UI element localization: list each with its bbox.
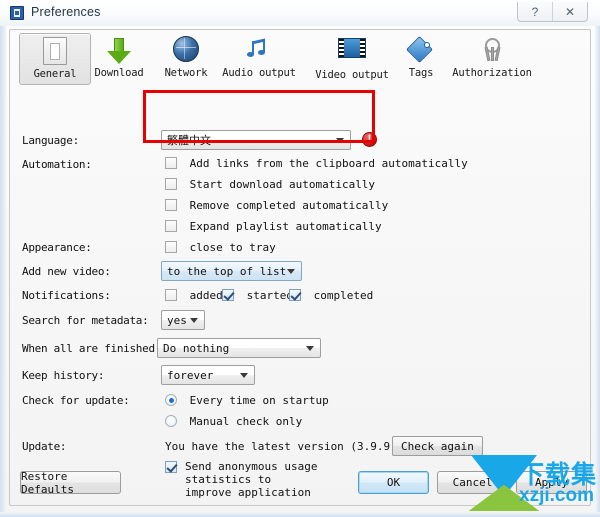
checkbox-close-to-tray[interactable] — [165, 241, 177, 253]
add-new-video-value: to the top of list — [167, 264, 287, 278]
tab-authorization[interactable]: Authorization — [432, 33, 552, 85]
tab-general-label: General — [33, 68, 77, 80]
when-finished-label: When all are finished: — [22, 342, 162, 355]
preferences-window: Preferences ? ✕ General Download Network — [0, 0, 600, 517]
update-option-every-startup[interactable]: Every time on startup — [165, 394, 329, 407]
appearance-option-close-to-tray-label: close to tray — [189, 241, 276, 254]
watermark-url: xzji.com — [519, 485, 594, 506]
window-edge-right — [595, 0, 600, 517]
update-option-manual-label: Manual check only — [189, 415, 303, 428]
title-bar: Preferences ? ✕ — [0, 0, 600, 26]
notifications-label: Notifications: — [22, 289, 111, 302]
chevron-down-icon — [336, 138, 344, 143]
film-icon — [336, 38, 368, 68]
update-option-manual[interactable]: Manual check only — [165, 415, 302, 428]
checkbox-clipboard[interactable] — [165, 157, 177, 169]
error-exclamation-icon — [362, 132, 377, 147]
automation-option-start-download[interactable]: Start download automatically — [165, 178, 375, 191]
checkbox-started[interactable] — [222, 289, 234, 301]
notification-started-label: started — [246, 289, 293, 302]
checkbox-completed[interactable] — [289, 289, 301, 301]
chevron-down-icon — [306, 346, 314, 351]
help-icon[interactable]: ? — [518, 2, 552, 21]
notification-started[interactable]: started — [222, 289, 293, 302]
search-metadata-label: Search for metadata: — [22, 314, 149, 327]
restore-defaults-button[interactable]: Restore Defaults — [20, 470, 121, 496]
notification-completed-label: completed — [313, 289, 374, 302]
checkbox-added[interactable] — [165, 289, 177, 301]
globe-icon — [170, 36, 202, 66]
when-finished-value: Do nothing — [163, 341, 230, 355]
check-again-button[interactable]: Check again — [392, 436, 483, 456]
automation-option-expand-playlist-label: Expand playlist automatically — [189, 220, 382, 233]
notification-completed[interactable]: completed — [289, 289, 373, 302]
chevron-down-icon — [287, 269, 295, 274]
tab-video-output[interactable]: Video output — [304, 33, 400, 85]
language-select[interactable]: 繁體中文 — [161, 130, 351, 150]
update-label: Update: — [22, 440, 67, 453]
preferences-frame: General Download Network Audio output Vi… — [9, 29, 591, 506]
window-title: Preferences — [31, 5, 101, 19]
add-new-video-label: Add new video: — [22, 265, 111, 278]
film-strip-icon — [10, 6, 24, 20]
update-status-text: You have the latest version (3.9.9.23) — [165, 440, 417, 453]
automation-option-expand-playlist[interactable]: Expand playlist automatically — [165, 220, 382, 233]
ok-button[interactable]: OK — [358, 471, 429, 494]
notification-added[interactable]: added — [165, 289, 223, 302]
keep-history-label: Keep history: — [22, 369, 105, 382]
tab-general[interactable]: General — [19, 33, 91, 85]
caption-buttons: ? ✕ — [517, 2, 588, 22]
tab-authorization-label: Authorization — [452, 67, 532, 79]
automation-option-clipboard[interactable]: Add links from the clipboard automatical… — [165, 157, 468, 170]
document-icon — [39, 37, 71, 67]
automation-option-remove-completed-label: Remove completed automatically — [189, 199, 389, 212]
language-value: 繁體中文 — [167, 134, 211, 147]
tab-audio-output-label: Audio output — [222, 67, 296, 79]
when-finished-select[interactable]: Do nothing — [157, 338, 321, 358]
keep-history-value: forever — [167, 368, 214, 382]
site-watermark: 下载集 xzji.com — [447, 455, 597, 517]
automation-label: Automation: — [22, 158, 92, 171]
checkbox-start-download[interactable] — [165, 178, 177, 190]
checkbox-expand-playlist[interactable] — [165, 220, 177, 232]
appearance-option-close-to-tray[interactable]: close to tray — [165, 241, 276, 254]
category-toolbar: General Download Network Audio output Vi… — [10, 30, 590, 88]
automation-option-start-download-label: Start download automatically — [189, 178, 376, 191]
chevron-down-icon — [240, 373, 248, 378]
language-label: Language: — [22, 134, 79, 147]
chevron-down-icon — [190, 318, 198, 323]
keep-history-select[interactable]: forever — [161, 365, 255, 385]
search-metadata-value: yes — [167, 313, 187, 327]
down-arrow-icon — [103, 36, 135, 66]
radio-every-startup[interactable] — [165, 394, 177, 406]
checkbox-remove-completed[interactable] — [165, 199, 177, 211]
automation-option-clipboard-label: Add links from the clipboard automatical… — [189, 157, 468, 170]
update-option-every-startup-label: Every time on startup — [189, 394, 329, 407]
check-for-update-label: Check for update: — [22, 394, 130, 407]
tab-download-label: Download — [94, 67, 144, 79]
add-new-video-select[interactable]: to the top of list — [161, 261, 302, 281]
close-icon[interactable]: ✕ — [552, 2, 587, 21]
tab-video-output-label: Video output — [315, 69, 389, 81]
search-metadata-select[interactable]: yes — [161, 310, 205, 330]
tab-audio-output[interactable]: Audio output — [210, 33, 308, 85]
appearance-label: Appearance: — [22, 241, 92, 254]
notification-added-label: added — [189, 289, 223, 302]
automation-option-remove-completed[interactable]: Remove completed automatically — [165, 199, 388, 212]
window-edge-left — [0, 0, 6, 517]
tab-download[interactable]: Download — [83, 33, 155, 85]
radio-manual-check[interactable] — [165, 415, 177, 427]
keys-icon — [476, 36, 508, 66]
music-note-icon — [243, 36, 275, 66]
